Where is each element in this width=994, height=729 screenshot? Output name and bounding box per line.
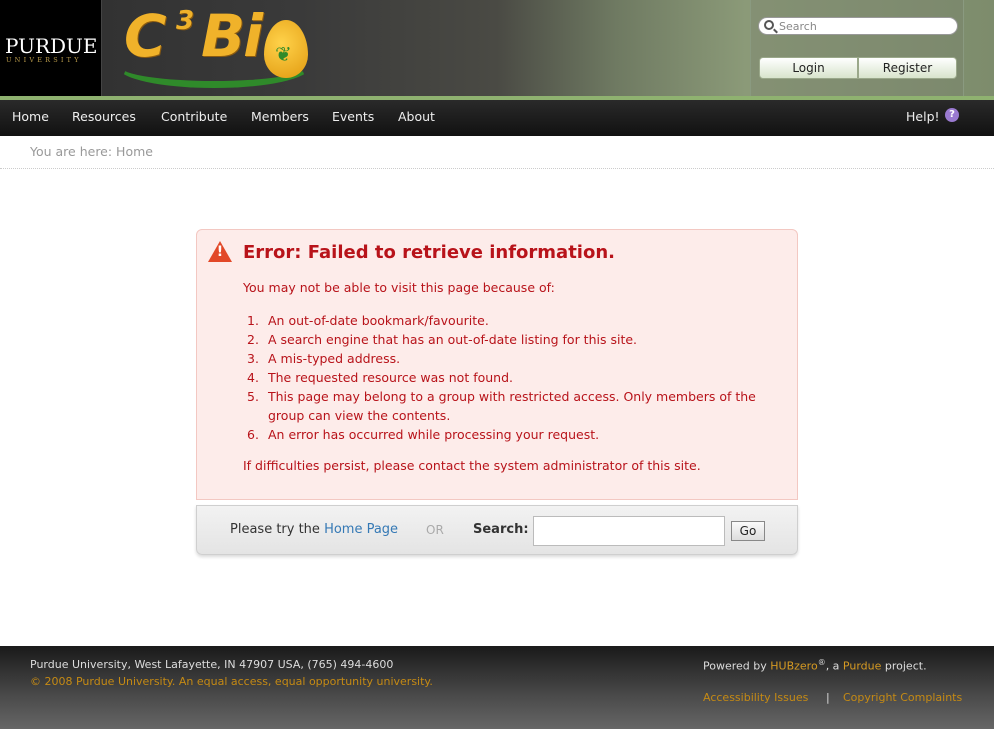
breadcrumb-divider xyxy=(0,168,994,169)
home-page-link[interactable]: Home Page xyxy=(324,522,398,537)
purdue-subtitle: UNIVERSITY xyxy=(6,56,82,64)
leaf-icon: ❦ xyxy=(275,42,292,66)
list-item: 4. The requested resource was not found. xyxy=(247,370,513,385)
error-box: ! Error: Failed to retrieve information.… xyxy=(196,229,798,500)
go-button[interactable]: Go xyxy=(731,521,765,541)
error-title: Error: Failed to retrieve information. xyxy=(243,242,615,263)
try-box: Please try the Home Page OR Search: Go xyxy=(196,505,798,555)
or-separator: OR xyxy=(426,523,444,537)
breadcrumb: You are here: Home xyxy=(30,144,153,159)
search-label: Search: xyxy=(473,522,529,537)
c3bio-logo[interactable]: ❦ C Bi 3 xyxy=(118,2,313,88)
nav-item-events[interactable]: Events xyxy=(332,109,374,124)
warning-mark: ! xyxy=(216,244,224,260)
site-footer: Purdue University, West Lafayette, IN 47… xyxy=(0,646,994,729)
purdue-wordmark: PURDUE xyxy=(5,34,98,58)
purdue-link[interactable]: Purdue xyxy=(843,660,881,673)
help-link[interactable]: Help! xyxy=(906,109,940,124)
footer-copyright-notice[interactable]: © 2008 Purdue University. An equal acces… xyxy=(30,675,433,688)
search-input[interactable] xyxy=(779,19,951,33)
user-panel xyxy=(750,0,964,96)
error-intro: You may not be able to visit this page b… xyxy=(243,280,555,295)
footer-separator: | xyxy=(826,691,830,704)
error-reasons-list: 1. An out-of-date bookmark/favourite. 2. A… xyxy=(243,311,773,444)
copyright-complaints-link[interactable]: Copyright Complaints xyxy=(843,691,962,704)
list-item: 5. This page may belong to a group with r… xyxy=(247,389,756,423)
nav-item-members[interactable]: Members xyxy=(251,109,309,124)
purdue-logo[interactable]: PURDUE UNIVERSITY xyxy=(0,0,102,96)
nav-item-contribute[interactable]: Contribute xyxy=(161,109,227,124)
header-search xyxy=(758,17,958,35)
list-item: 6. An error has occurred while processing… xyxy=(247,427,600,442)
error-footer: If difficulties persist, please contact … xyxy=(243,458,701,473)
list-item: 3. A mis-typed address. xyxy=(247,351,401,366)
site-header: PURDUE UNIVERSITY ❦ C Bi 3 Login Registe… xyxy=(0,0,994,96)
hubzero-link[interactable]: HUBzero xyxy=(770,660,817,673)
login-button[interactable]: Login xyxy=(759,57,858,79)
list-item: 1. An out-of-date bookmark/favourite. xyxy=(247,313,489,328)
search-icon xyxy=(764,20,774,30)
search-field[interactable] xyxy=(533,516,725,546)
try-text: Please try the Home Page xyxy=(230,522,399,537)
footer-powered-by: Powered by HUBzero®, a Purdue project. xyxy=(703,658,927,673)
logo-superscript: 3 xyxy=(176,6,195,36)
nav-item-about[interactable]: About xyxy=(398,109,435,124)
help-icon[interactable]: ? xyxy=(945,108,959,122)
nav-item-resources[interactable]: Resources xyxy=(72,109,136,124)
list-item: 2. A search engine that has an out-of-dat… xyxy=(247,332,638,347)
nav-item-home[interactable]: Home xyxy=(12,109,49,124)
footer-address: Purdue University, West Lafayette, IN 47… xyxy=(30,658,394,671)
register-button[interactable]: Register xyxy=(858,57,957,79)
main-nav: Home Resources Contribute Members Events… xyxy=(0,96,994,136)
accessibility-issues-link[interactable]: Accessibility Issues xyxy=(703,691,808,704)
